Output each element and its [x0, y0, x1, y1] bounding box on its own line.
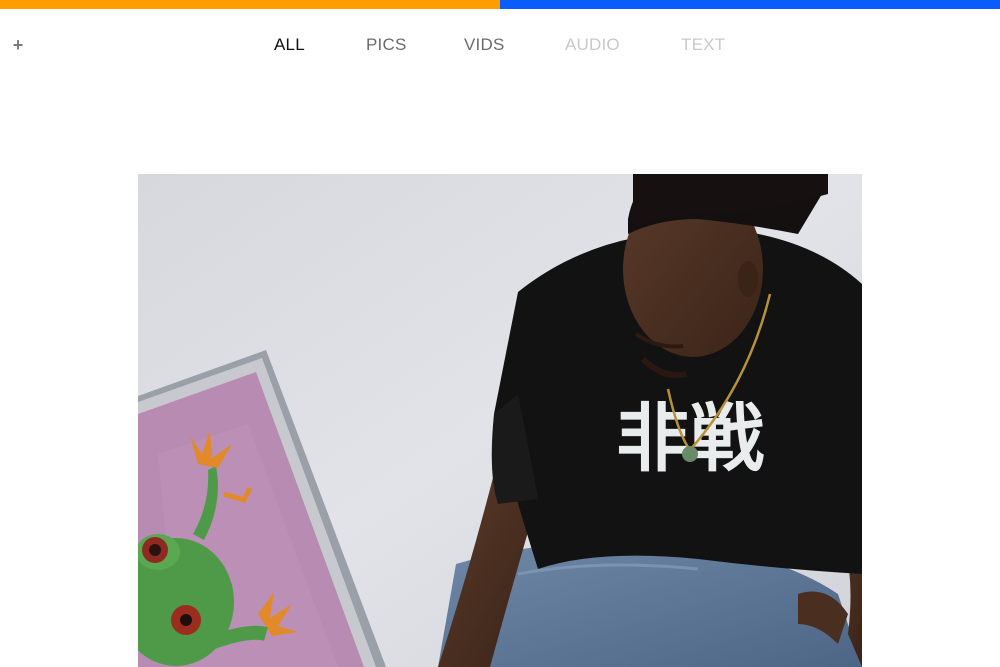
top-bar-orange-segment — [0, 0, 500, 9]
featured-photo[interactable]: 非戦 — [138, 174, 862, 667]
tab-pics[interactable]: PICS — [366, 33, 406, 57]
filter-tabs: ALL PICS VIDS AUDIO TEXT — [0, 33, 1000, 57]
top-color-bar — [0, 0, 1000, 9]
tab-vids[interactable]: VIDS — [464, 33, 504, 57]
tab-all[interactable]: ALL — [274, 33, 305, 57]
tab-text[interactable]: TEXT — [681, 33, 725, 57]
photo-illustration: 非戦 — [138, 174, 862, 667]
top-bar-blue-segment — [500, 0, 1000, 9]
page: + ALL PICS VIDS AUDIO TEXT 非戦 — [0, 0, 1000, 667]
tab-audio[interactable]: AUDIO — [565, 33, 620, 57]
shirt-lettering: 非戦 — [616, 396, 764, 482]
